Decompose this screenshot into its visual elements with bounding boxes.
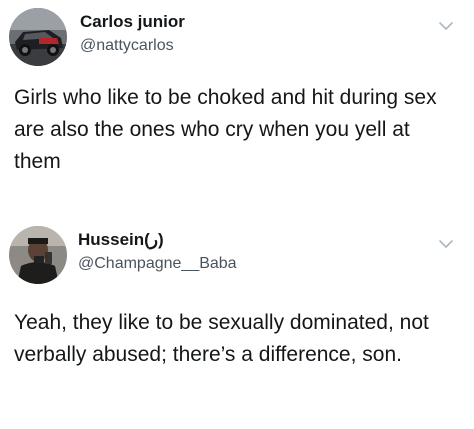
author-handle[interactable]: @nattycarlos [80,37,174,55]
tweet-text: Yeah, they like to be sexually dominated… [14,311,429,366]
author-name[interactable]: Carlos junior [80,12,185,32]
avatar-person-image [9,226,67,284]
avatar-car-image [9,8,67,66]
avatar[interactable] [9,226,67,284]
author-name[interactable]: Hussein(ر) [78,230,164,250]
chevron-down-icon[interactable] [438,20,454,32]
tweet: Hussein(ر) @Champagne__Baba Yeah, they l… [0,212,474,429]
tweet-text: Girls who like to be choked and hit duri… [14,86,437,173]
chevron-down-icon[interactable] [438,238,454,250]
tweet: Carlos junior @nattycarlos Girls who lik… [0,0,474,212]
avatar[interactable] [9,8,67,66]
author-handle[interactable]: @Champagne__Baba [78,255,237,273]
